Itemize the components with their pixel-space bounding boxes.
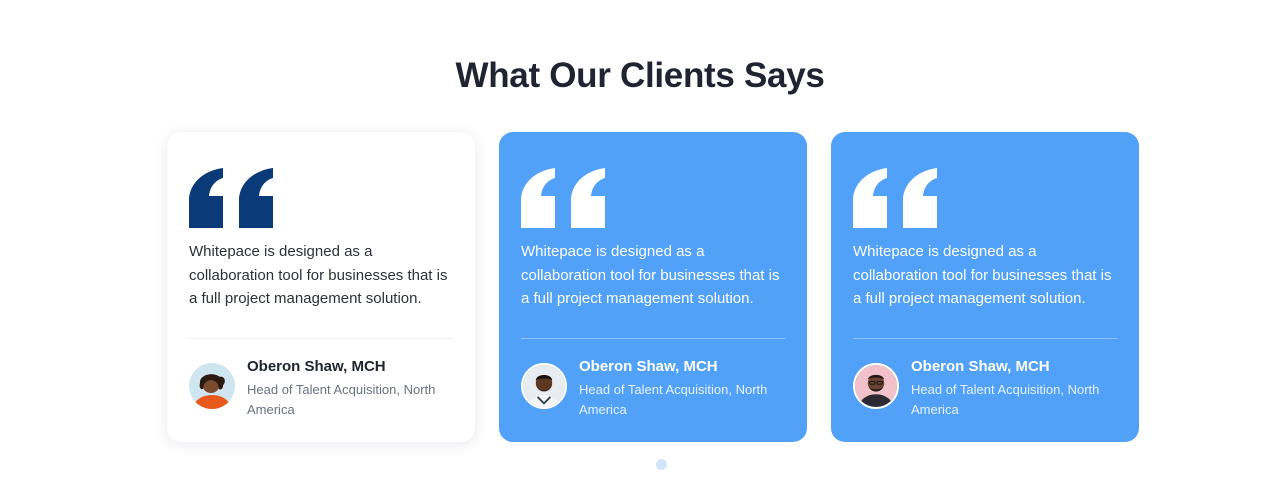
- testimonial-card: Whitepace is designed as a collaboration…: [499, 132, 807, 442]
- avatar: [189, 363, 235, 409]
- testimonial-text: Whitepace is designed as a collaboration…: [521, 243, 780, 307]
- author-name: Oberon Shaw, MCH: [247, 358, 386, 375]
- divider: [189, 338, 453, 339]
- divider: [853, 338, 1117, 339]
- quote-icon: [521, 168, 605, 228]
- carousel-dot[interactable]: [656, 459, 667, 470]
- avatar: [521, 363, 567, 409]
- section-title: What Our Clients Says: [455, 56, 825, 95]
- quote-icon: [853, 168, 937, 228]
- author-name: Oberon Shaw, MCH: [911, 358, 1050, 375]
- avatar: [853, 363, 899, 409]
- testimonials-section: What Our Clients Says Whitepace is desig…: [0, 0, 1280, 492]
- author-role: Head of Talent Acquisition, North Americ…: [247, 382, 436, 417]
- author-name: Oberon Shaw, MCH: [579, 358, 718, 375]
- divider: [521, 338, 785, 339]
- author-role: Head of Talent Acquisition, North Americ…: [911, 382, 1100, 417]
- testimonial-text: Whitepace is designed as a collaboration…: [853, 243, 1112, 307]
- quote-icon: [189, 168, 273, 228]
- testimonial-card: Whitepace is designed as a collaboration…: [167, 132, 475, 442]
- testimonial-card: Whitepace is designed as a collaboration…: [831, 132, 1139, 442]
- testimonial-text: Whitepace is designed as a collaboration…: [189, 243, 448, 307]
- testimonial-carousel: Whitepace is designed as a collaboration…: [167, 132, 1139, 442]
- author-role: Head of Talent Acquisition, North Americ…: [579, 382, 768, 417]
